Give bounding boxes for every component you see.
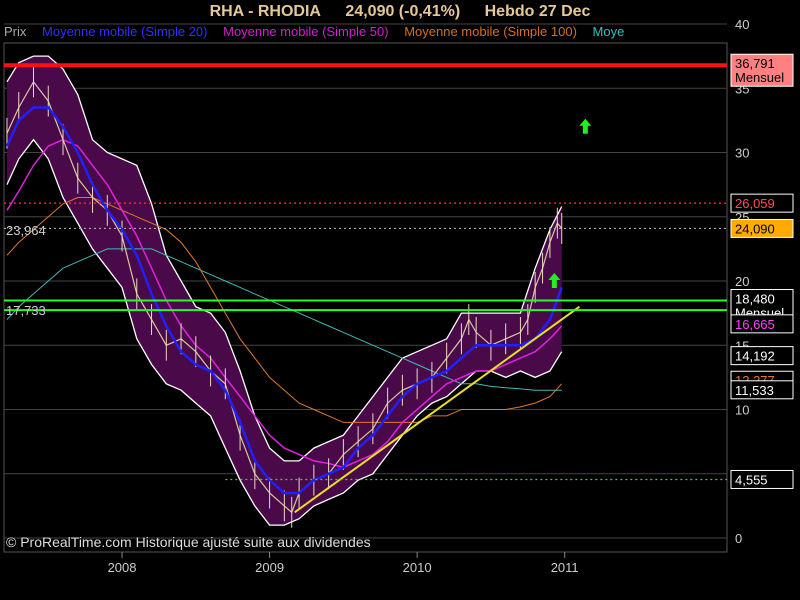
y-tick-label: 40 — [735, 17, 749, 32]
y-tick-label: 10 — [735, 403, 749, 418]
price-box-period: Mensuel — [735, 70, 784, 85]
left-level-label: 17,733 — [6, 303, 46, 318]
y-tick-label: 30 — [735, 146, 749, 161]
left-level-label: 23,964 — [6, 223, 46, 238]
x-tick-label: 2010 — [403, 560, 432, 575]
price-box-value: 14,192 — [735, 349, 775, 364]
chart-plot: 0510152025303540200820092010201123,96417… — [3, 17, 794, 575]
price-box-value: 4,555 — [735, 472, 768, 487]
x-tick-label: 2008 — [108, 560, 137, 575]
watermark: © ProRealTime.com Historique ajusté suit… — [6, 534, 371, 550]
x-tick-label: 2011 — [551, 560, 579, 575]
price-box-value: 16,665 — [735, 317, 775, 332]
x-tick-label: 2009 — [255, 560, 284, 575]
price-box-value: 24,090 — [735, 221, 775, 236]
envelope-upper — [6, 55, 563, 462]
y-tick-label: 0 — [735, 531, 742, 546]
up-arrow-icon — [579, 118, 592, 134]
price-box-value: 18,480 — [735, 292, 775, 307]
envelope-band — [7, 56, 562, 526]
price-box-value: 11,533 — [735, 383, 774, 398]
y-tick-label: 20 — [735, 274, 749, 289]
price-box-value: 36,791 — [735, 56, 775, 71]
price-box-value: 26,059 — [735, 196, 775, 211]
